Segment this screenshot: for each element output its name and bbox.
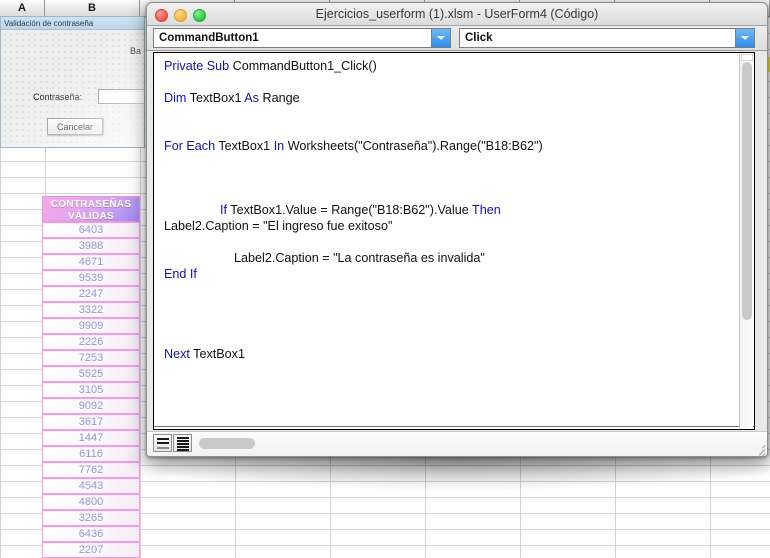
vbe-toolbar: CommandButton1 Click (147, 26, 767, 51)
password-list-column: CONTRASEÑAS VÁLIDAS 6403 3988 4671 9539 2247… (42, 196, 140, 558)
vba-editor-window[interactable]: Ejercicios_userform (1).xlsm - UserForm4… (146, 2, 768, 457)
procedure-dropdown-value: Click (465, 32, 493, 44)
password-cell[interactable]: 2207 (42, 542, 140, 558)
code-keyword: For Each (164, 139, 219, 153)
code-line: Dim TextBox1 As Range (164, 90, 739, 106)
chevron-down-icon[interactable] (431, 29, 450, 47)
code-vertical-scrollbar[interactable] (739, 54, 753, 428)
code-token: Label2.Caption = "La contraseña es inval… (234, 251, 485, 265)
password-input[interactable] (98, 89, 144, 104)
code-token: TextBox1 (189, 91, 245, 105)
code-line: Label2.Caption = "El ingreso fue exitoso… (164, 218, 739, 234)
password-cell[interactable]: 5525 (42, 366, 140, 382)
password-cell[interactable]: 4671 (42, 254, 140, 270)
code-keyword: Next (164, 347, 194, 361)
column-header-b[interactable]: B (45, 0, 140, 16)
password-cell[interactable]: 9909 (42, 318, 140, 334)
password-label: Contraseña: (33, 92, 83, 102)
code-line: End If (164, 266, 739, 282)
password-cell[interactable]: 6116 (42, 446, 140, 462)
code-keyword: Dim (164, 91, 190, 105)
object-dropdown[interactable]: CommandButton1 (153, 28, 451, 48)
code-token: TextBox1.Value = Range("B18:B62").Value (230, 203, 473, 217)
code-keyword: End If (164, 267, 197, 281)
password-cell[interactable]: 9092 (42, 398, 140, 414)
code-line: For Each TextBox1 In Worksheets("Contras… (164, 138, 739, 154)
code-line: Private Sub CommandButton1_Click() (164, 58, 739, 74)
password-header-line1: CONTRASEÑAS (50, 199, 132, 210)
code-editor[interactable]: Private Sub CommandButton1_Click() Dim T… (153, 52, 755, 430)
code-token: CommandButton1_Click() (232, 59, 377, 73)
password-cell[interactable]: 3265 (42, 510, 140, 526)
userform-partial-label: Ba (129, 46, 141, 56)
procedure-separator (154, 426, 754, 427)
code-keyword: In (273, 139, 288, 153)
code-token: Worksheets("Contraseña").Range("B18:B62"… (287, 139, 543, 153)
horizontal-scrollbar-thumb[interactable] (199, 438, 255, 449)
password-list-header: CONTRASEÑAS VÁLIDAS (42, 196, 140, 222)
password-cell[interactable]: 9539 (42, 270, 140, 286)
code-text[interactable]: Private Sub CommandButton1_Click() Dim T… (154, 53, 739, 429)
password-cell[interactable]: 3617 (42, 414, 140, 430)
password-cell[interactable]: 3988 (42, 238, 140, 254)
password-cell[interactable]: 2247 (42, 286, 140, 302)
userform-validacion-contrasena[interactable]: Validación de contraseña Ba Contraseña: … (0, 16, 145, 148)
vbe-statusbar (147, 431, 767, 456)
password-cell[interactable]: 6436 (42, 526, 140, 542)
code-token: Label2.Caption = "El ingreso fue exitoso… (164, 219, 393, 233)
code-line: Next TextBox1 (164, 346, 739, 362)
password-cells[interactable]: 6403 3988 4671 9539 2247 3322 9909 2226 7253 5525… (42, 222, 140, 558)
procedure-dropdown[interactable]: Click (459, 28, 755, 48)
chevron-down-icon[interactable] (735, 29, 754, 47)
code-token: TextBox1 (193, 347, 245, 361)
window-title: Ejercicios_userform (1).xlsm - UserForm4… (315, 7, 599, 21)
password-cell[interactable]: 3105 (42, 382, 140, 398)
code-token: Range (262, 91, 300, 105)
code-line: If TextBox1.Value = Range("B18:B62").Val… (164, 202, 739, 218)
procedure-view-icon[interactable] (153, 434, 172, 452)
password-cell[interactable]: 6403 (42, 222, 140, 238)
code-line: Label2.Caption = "La contraseña es inval… (164, 250, 739, 266)
userform-title: Validación de contraseña (1, 17, 144, 30)
userform-body: Ba Contraseña: Cancelar (1, 30, 144, 147)
code-token: TextBox1 (218, 139, 274, 153)
password-cell[interactable]: 4543 (42, 478, 140, 494)
code-keyword: As (244, 91, 263, 105)
full-module-view-icon[interactable] (173, 434, 192, 452)
password-cell[interactable]: 3322 (42, 302, 140, 318)
password-cell[interactable]: 7762 (42, 462, 140, 478)
resize-grip[interactable] (752, 441, 766, 456)
scrollbar-track-top[interactable] (741, 54, 753, 61)
code-keyword: Then (472, 203, 501, 217)
grip-line (761, 445, 766, 449)
code-keyword: Private Sub (164, 59, 233, 73)
screen: A B CONTRASEÑAS VÁLIDAS 6403 3988 4671 9539… (0, 0, 770, 558)
object-dropdown-value: CommandButton1 (159, 32, 259, 44)
vbe-titlebar[interactable]: Ejercicios_userform (1).xlsm - UserForm4… (147, 3, 767, 26)
password-cell[interactable]: 7253 (42, 350, 140, 366)
cancel-button[interactable]: Cancelar (47, 118, 103, 135)
password-cell[interactable]: 1447 (42, 430, 140, 446)
code-keyword: If (220, 203, 231, 217)
password-cell[interactable]: 2226 (42, 334, 140, 350)
password-cell[interactable]: 4800 (42, 494, 140, 510)
column-header-a[interactable]: A (0, 0, 45, 16)
scrollbar-thumb[interactable] (742, 62, 752, 320)
